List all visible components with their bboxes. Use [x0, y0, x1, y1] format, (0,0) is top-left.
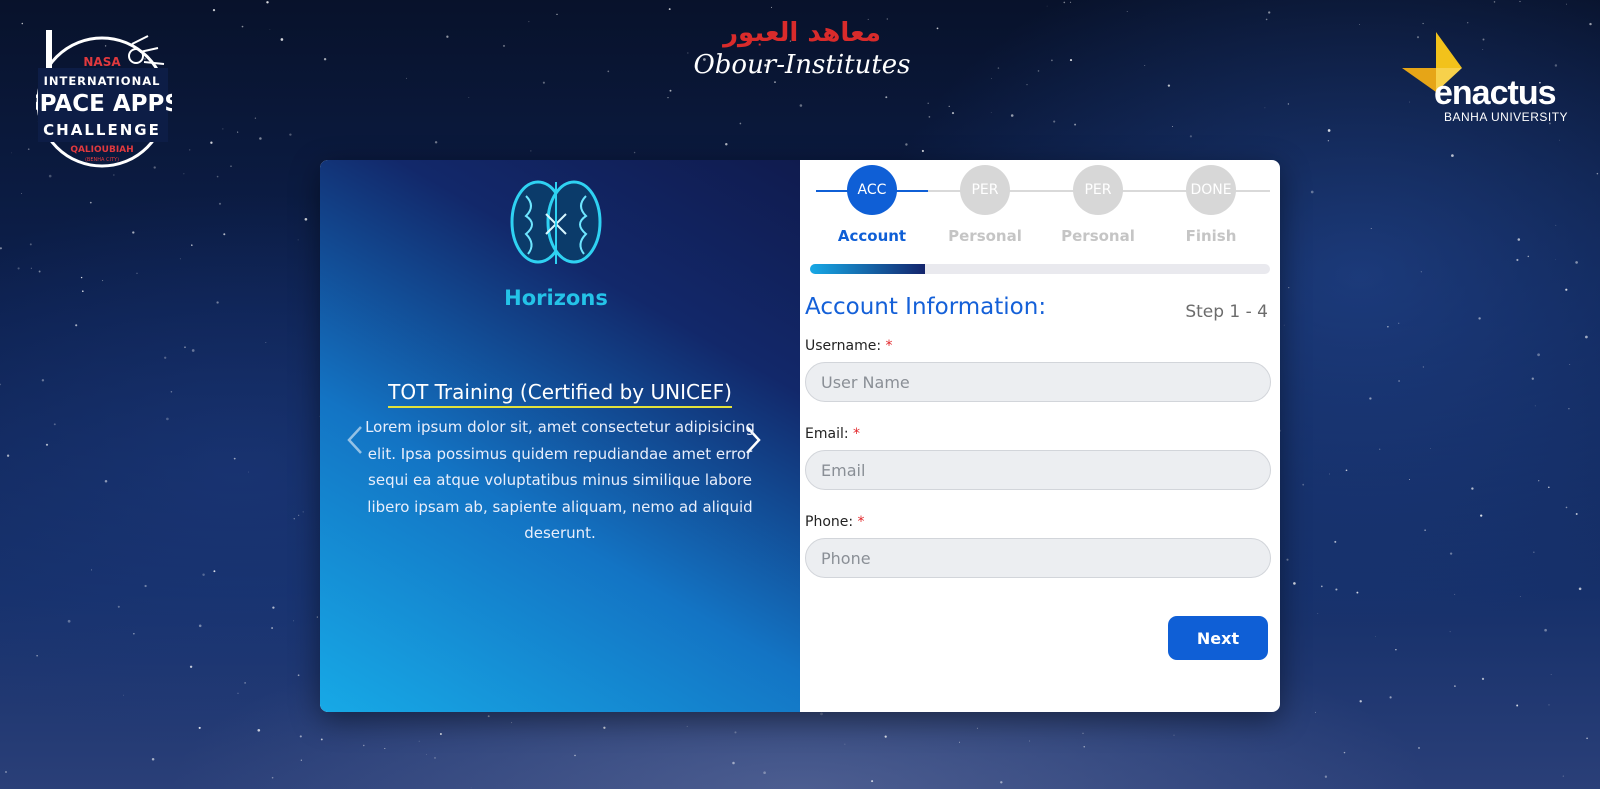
nasa-location: QALIOUBIAH	[70, 145, 133, 155]
nasa-line3: CHALLENGE	[43, 121, 161, 139]
enactus-name: enactus	[1434, 74, 1556, 112]
next-button[interactable]: Next	[1168, 616, 1268, 660]
obour-english-text: Obour-Institutes	[693, 50, 911, 80]
step-finish[interactable]: DONE Finish	[1156, 165, 1266, 245]
nasa-line2: SPACE APPS	[36, 91, 172, 117]
step-account[interactable]: ACC Account	[817, 165, 927, 245]
chevron-left-icon	[347, 426, 362, 454]
enactus-university: BANHA UNIVERSITY	[1444, 110, 1569, 124]
slide-title: TOT Training (Certified by UNICEF)	[320, 380, 800, 408]
step-label: Finish	[1185, 227, 1237, 245]
username-input[interactable]	[805, 362, 1271, 402]
registration-card: Horizons TOT Training (Certified by UNIC…	[320, 160, 1280, 712]
email-label: Email: *	[805, 426, 860, 442]
email-input[interactable]	[805, 450, 1271, 490]
slide-description: Lorem ipsum dolor sit, amet consectetur …	[365, 418, 755, 542]
step-personal-1[interactable]: PER Personal	[930, 165, 1040, 245]
obour-arabic-text: معاهد العبور	[723, 18, 881, 48]
step-label: Account	[837, 227, 907, 245]
step-circle: ACC	[847, 165, 897, 215]
brain-icon	[510, 180, 602, 264]
enactus-logo: enactus BANHA UNIVERSITY	[1400, 30, 1590, 125]
username-label: Username: *	[805, 338, 893, 354]
required-mark: *	[853, 426, 861, 442]
step-label: Personal	[948, 227, 1022, 245]
phone-input[interactable]	[805, 538, 1271, 578]
phone-label-text: Phone:	[805, 514, 854, 530]
nasa-city: (BENHA CITY)	[85, 157, 119, 163]
step-label: Personal	[1061, 227, 1135, 245]
progress-bar	[810, 264, 1270, 274]
nasa-text: NASA	[83, 55, 121, 69]
username-label-text: Username:	[805, 338, 882, 354]
promo-carousel: Horizons TOT Training (Certified by UNIC…	[320, 160, 800, 712]
step-circle: DONE	[1186, 165, 1236, 215]
slide-title-text: TOT Training (Certified by UNICEF)	[388, 380, 732, 408]
form-title: Account Information:	[805, 294, 1047, 320]
phone-label: Phone: *	[805, 514, 865, 530]
registration-form-panel: ACC Account PER Personal PER Personal DO…	[800, 160, 1280, 712]
obour-institutes-logo: معاهد العبور Obour-Institutes	[682, 18, 922, 82]
horizons-brand: Horizons	[504, 286, 608, 310]
step-personal-2[interactable]: PER Personal	[1043, 165, 1153, 245]
nasa-space-apps-logo: NASA INTERNATIONAL SPACE APPS CHALLENGE …	[36, 30, 172, 168]
step-circle: PER	[1073, 165, 1123, 215]
nasa-line1: INTERNATIONAL	[44, 74, 161, 88]
progress-bar-fill	[810, 264, 925, 274]
required-mark: *	[857, 514, 865, 530]
step-counter: Step 1 - 4	[1185, 302, 1268, 322]
step-circle: PER	[960, 165, 1010, 215]
required-mark: *	[885, 338, 893, 354]
email-label-text: Email:	[805, 426, 849, 442]
